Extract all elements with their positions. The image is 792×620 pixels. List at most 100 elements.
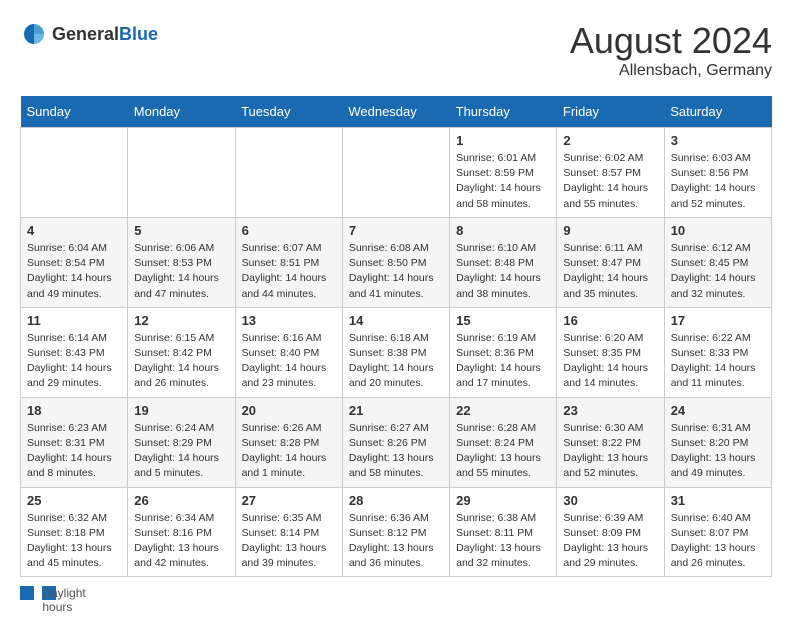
col-tuesday: Tuesday (235, 96, 342, 128)
calendar-cell: 22 Sunrise: 6:28 AMSunset: 8:24 PMDayligh… (450, 397, 557, 487)
calendar-cell: 6 Sunrise: 6:07 AMSunset: 8:51 PMDaylight… (235, 217, 342, 307)
day-info: Sunrise: 6:10 AMSunset: 8:48 PMDaylight:… (456, 241, 550, 302)
day-number: 21 (349, 403, 443, 418)
day-number: 14 (349, 313, 443, 328)
calendar-cell: 24Sunrise: 6:31 AMSunset: 8:20 PMDayligh… (664, 397, 771, 487)
calendar-cell: 17Sunrise: 6:22 AMSunset: 8:33 PMDayligh… (664, 307, 771, 397)
calendar-week-0: 1 Sunrise: 6:01 AMSunset: 8:59 PMDaylight… (21, 128, 772, 218)
day-number: 11 (27, 313, 121, 328)
day-info: Sunrise: 6:36 AMSunset: 8:12 PMDaylight:… (349, 511, 443, 572)
calendar-cell: 8 Sunrise: 6:10 AMSunset: 8:48 PMDaylight… (450, 217, 557, 307)
day-number: 16 (563, 313, 657, 328)
title-section: August 2024 Allensbach, Germany (570, 20, 772, 80)
day-number: 12 (134, 313, 228, 328)
day-number: 6 (242, 223, 336, 238)
day-number: 8 (456, 223, 550, 238)
calendar-cell: 14 Sunrise: 6:18 AMSunset: 8:38 PMDayligh… (342, 307, 449, 397)
calendar-cell: 21 Sunrise: 6:27 AMSunset: 8:26 PMDayligh… (342, 397, 449, 487)
day-info: Sunrise: 6:23 AMSunset: 8:31 PMDaylight:… (27, 421, 121, 482)
day-number: 22 (456, 403, 550, 418)
col-saturday: Saturday (664, 96, 771, 128)
day-number: 3 (671, 133, 765, 148)
day-info: Sunrise: 6:07 AMSunset: 8:51 PMDaylight:… (242, 241, 336, 302)
calendar-cell: 7 Sunrise: 6:08 AMSunset: 8:50 PMDaylight… (342, 217, 449, 307)
day-info: Sunrise: 6:18 AMSunset: 8:38 PMDaylight:… (349, 331, 443, 392)
day-info: Sunrise: 6:14 AMSunset: 8:43 PMDaylight:… (27, 331, 121, 392)
calendar-week-4: 25 Sunrise: 6:32 AMSunset: 8:18 PMDayligh… (21, 487, 772, 577)
day-info: Sunrise: 6:04 AMSunset: 8:54 PMDaylight:… (27, 241, 121, 302)
day-number: 28 (349, 493, 443, 508)
logo-general: General (52, 24, 119, 44)
day-info: Sunrise: 6:39 AMSunset: 8:09 PMDaylight:… (563, 511, 657, 572)
col-friday: Friday (557, 96, 664, 128)
day-info: Sunrise: 6:26 AMSunset: 8:28 PMDaylight:… (242, 421, 336, 482)
day-number: 20 (242, 403, 336, 418)
col-thursday: Thursday (450, 96, 557, 128)
day-number: 4 (27, 223, 121, 238)
calendar-cell: 29 Sunrise: 6:38 AMSunset: 8:11 PMDayligh… (450, 487, 557, 577)
day-info: Sunrise: 6:15 AMSunset: 8:42 PMDaylight:… (134, 331, 228, 392)
day-info: Sunrise: 6:19 AMSunset: 8:36 PMDaylight:… (456, 331, 550, 392)
calendar-cell: 30 Sunrise: 6:39 AMSunset: 8:09 PMDayligh… (557, 487, 664, 577)
daylight-color-swatch (20, 586, 34, 600)
calendar-cell: 28 Sunrise: 6:36 AMSunset: 8:12 PMDayligh… (342, 487, 449, 577)
day-info: Sunrise: 6:20 AMSunset: 8:35 PMDaylight:… (563, 331, 657, 392)
day-info: Sunrise: 6:02 AMSunset: 8:57 PMDaylight:… (563, 151, 657, 212)
day-info: Sunrise: 6:06 AMSunset: 8:53 PMDaylight:… (134, 241, 228, 302)
day-number: 9 (563, 223, 657, 238)
col-sunday: Sunday (21, 96, 128, 128)
day-info: Sunrise: 6:01 AMSunset: 8:59 PMDaylight:… (456, 151, 550, 212)
day-info: Sunrise: 6:03 AMSunset: 8:56 PMDaylight:… (671, 151, 765, 212)
calendar-cell (342, 128, 449, 218)
day-info: Sunrise: 6:32 AMSunset: 8:18 PMDaylight:… (27, 511, 121, 572)
day-number: 23 (563, 403, 657, 418)
day-number: 29 (456, 493, 550, 508)
calendar-table: Sunday Monday Tuesday Wednesday Thursday… (20, 96, 772, 577)
month-year: August 2024 (570, 20, 772, 62)
day-info: Sunrise: 6:08 AMSunset: 8:50 PMDaylight:… (349, 241, 443, 302)
day-number: 26 (134, 493, 228, 508)
page-header: GeneralBlue August 2024 Allensbach, Germ… (20, 20, 772, 80)
day-number: 25 (27, 493, 121, 508)
calendar-cell: 19 Sunrise: 6:24 AMSunset: 8:29 PMDayligh… (128, 397, 235, 487)
calendar-cell: 20 Sunrise: 6:26 AMSunset: 8:28 PMDayligh… (235, 397, 342, 487)
calendar-cell: 18Sunrise: 6:23 AMSunset: 8:31 PMDayligh… (21, 397, 128, 487)
calendar-cell: 26 Sunrise: 6:34 AMSunset: 8:16 PMDayligh… (128, 487, 235, 577)
calendar-cell: 10Sunrise: 6:12 AMSunset: 8:45 PMDayligh… (664, 217, 771, 307)
day-info: Sunrise: 6:16 AMSunset: 8:40 PMDaylight:… (242, 331, 336, 392)
logo-text: GeneralBlue (52, 24, 158, 45)
calendar-cell: 1 Sunrise: 6:01 AMSunset: 8:59 PMDaylight… (450, 128, 557, 218)
calendar-week-2: 11 Sunrise: 6:14 AMSunset: 8:43 PMDayligh… (21, 307, 772, 397)
day-info: Sunrise: 6:24 AMSunset: 8:29 PMDaylight:… (134, 421, 228, 482)
calendar-cell: 16 Sunrise: 6:20 AMSunset: 8:35 PMDayligh… (557, 307, 664, 397)
footer-note: Daylight hours (20, 585, 772, 600)
calendar-cell: 25 Sunrise: 6:32 AMSunset: 8:18 PMDayligh… (21, 487, 128, 577)
day-number: 1 (456, 133, 550, 148)
day-number: 10 (671, 223, 765, 238)
day-info: Sunrise: 6:38 AMSunset: 8:11 PMDaylight:… (456, 511, 550, 572)
calendar-cell: 31Sunrise: 6:40 AMSunset: 8:07 PMDayligh… (664, 487, 771, 577)
day-number: 27 (242, 493, 336, 508)
day-number: 15 (456, 313, 550, 328)
calendar-cell: 4 Sunrise: 6:04 AMSunset: 8:54 PMDaylight… (21, 217, 128, 307)
day-info: Sunrise: 6:11 AMSunset: 8:47 PMDaylight:… (563, 241, 657, 302)
day-number: 30 (563, 493, 657, 508)
day-info: Sunrise: 6:31 AMSunset: 8:20 PMDaylight:… (671, 421, 765, 482)
day-info: Sunrise: 6:40 AMSunset: 8:07 PMDaylight:… (671, 511, 765, 572)
calendar-cell: 23Sunrise: 6:30 AMSunset: 8:22 PMDayligh… (557, 397, 664, 487)
day-info: Sunrise: 6:34 AMSunset: 8:16 PMDaylight:… (134, 511, 228, 572)
calendar-cell: 9 Sunrise: 6:11 AMSunset: 8:47 PMDaylight… (557, 217, 664, 307)
day-number: 13 (242, 313, 336, 328)
calendar-cell: 15 Sunrise: 6:19 AMSunset: 8:36 PMDayligh… (450, 307, 557, 397)
day-info: Sunrise: 6:27 AMSunset: 8:26 PMDaylight:… (349, 421, 443, 482)
calendar-cell: 3 Sunrise: 6:03 AMSunset: 8:56 PMDaylight… (664, 128, 771, 218)
day-number: 2 (563, 133, 657, 148)
day-info: Sunrise: 6:28 AMSunset: 8:24 PMDaylight:… (456, 421, 550, 482)
day-number: 5 (134, 223, 228, 238)
calendar-header-row: Sunday Monday Tuesday Wednesday Thursday… (21, 96, 772, 128)
day-number: 7 (349, 223, 443, 238)
day-number: 17 (671, 313, 765, 328)
footer-label: Daylight hours (42, 586, 56, 600)
day-number: 19 (134, 403, 228, 418)
calendar-cell: 11 Sunrise: 6:14 AMSunset: 8:43 PMDayligh… (21, 307, 128, 397)
